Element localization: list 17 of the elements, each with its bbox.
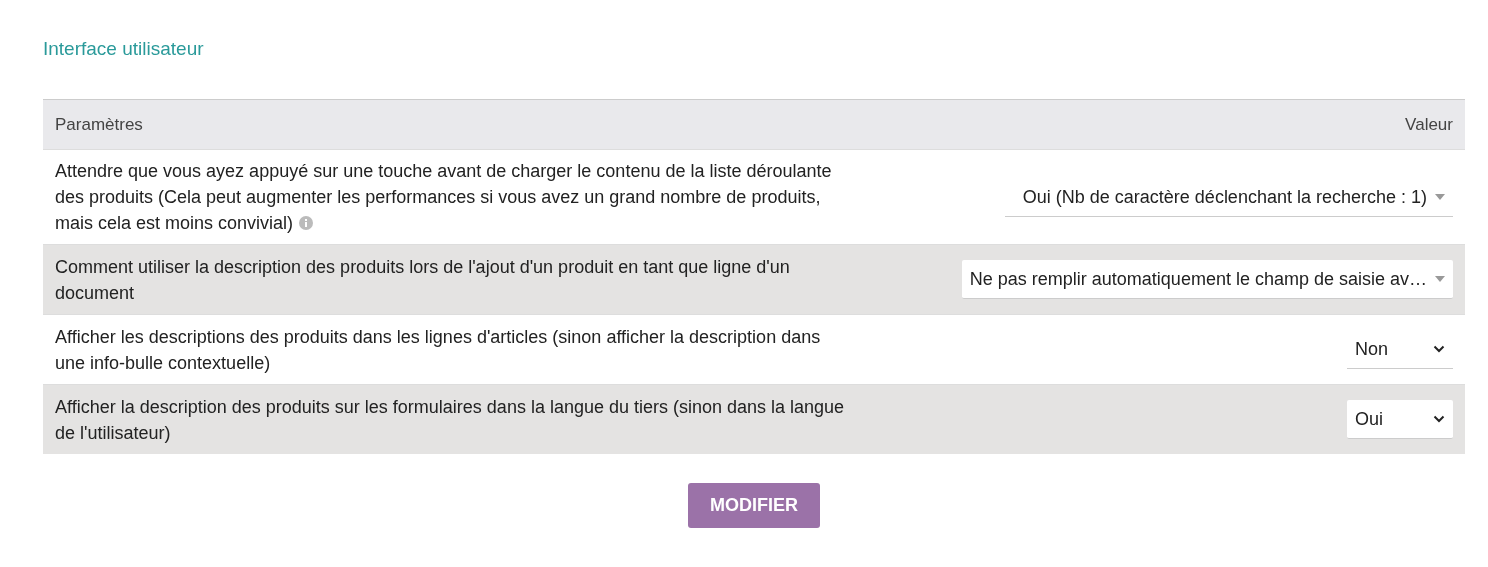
caret-icon [1435, 276, 1445, 282]
column-header: Paramètres [55, 114, 143, 135]
select-field[interactable]: Oui [1347, 400, 1453, 439]
dropdown-field[interactable]: Oui (Nb de caractère déclenchant la recherche : 1) [1004, 177, 1453, 217]
setting-label: Afficher les descriptions des produits dans les lignes d'articles (sinon afficher la description dans une info-bulle contextuelle) [55, 326, 821, 373]
section-title: Interface utilisateur [43, 38, 205, 61]
setting-label: Afficher la description des produits sur les formulaires dans la langue du tiers (sinon dans la langue de l'utilisateur) [55, 396, 845, 443]
modify-button[interactable]: MODIFIER [688, 483, 820, 528]
column-header: Valeur [1405, 114, 1453, 135]
setting-label: Comment utiliser la description des produits lors de l'ajout d'un produit en tant que ligne d'un document [55, 256, 790, 303]
info-icon[interactable] [299, 216, 314, 230]
caret-icon [1435, 193, 1445, 200]
chevron-icon [1433, 415, 1445, 423]
select-field[interactable]: Non [1347, 330, 1453, 369]
setting-label: Attendre que vous ayez appuyé sur une touche avant de charger le contenu de la liste déroulante des produits (Cela peut augmenter les performances si vous avez un grand nombre de produits, mais cela est moins convivial) [55, 161, 832, 233]
dropdown-field[interactable]: Ne pas remplir automatiquement le champ de saisie av… [961, 260, 1453, 299]
chevron-icon [1433, 345, 1445, 353]
